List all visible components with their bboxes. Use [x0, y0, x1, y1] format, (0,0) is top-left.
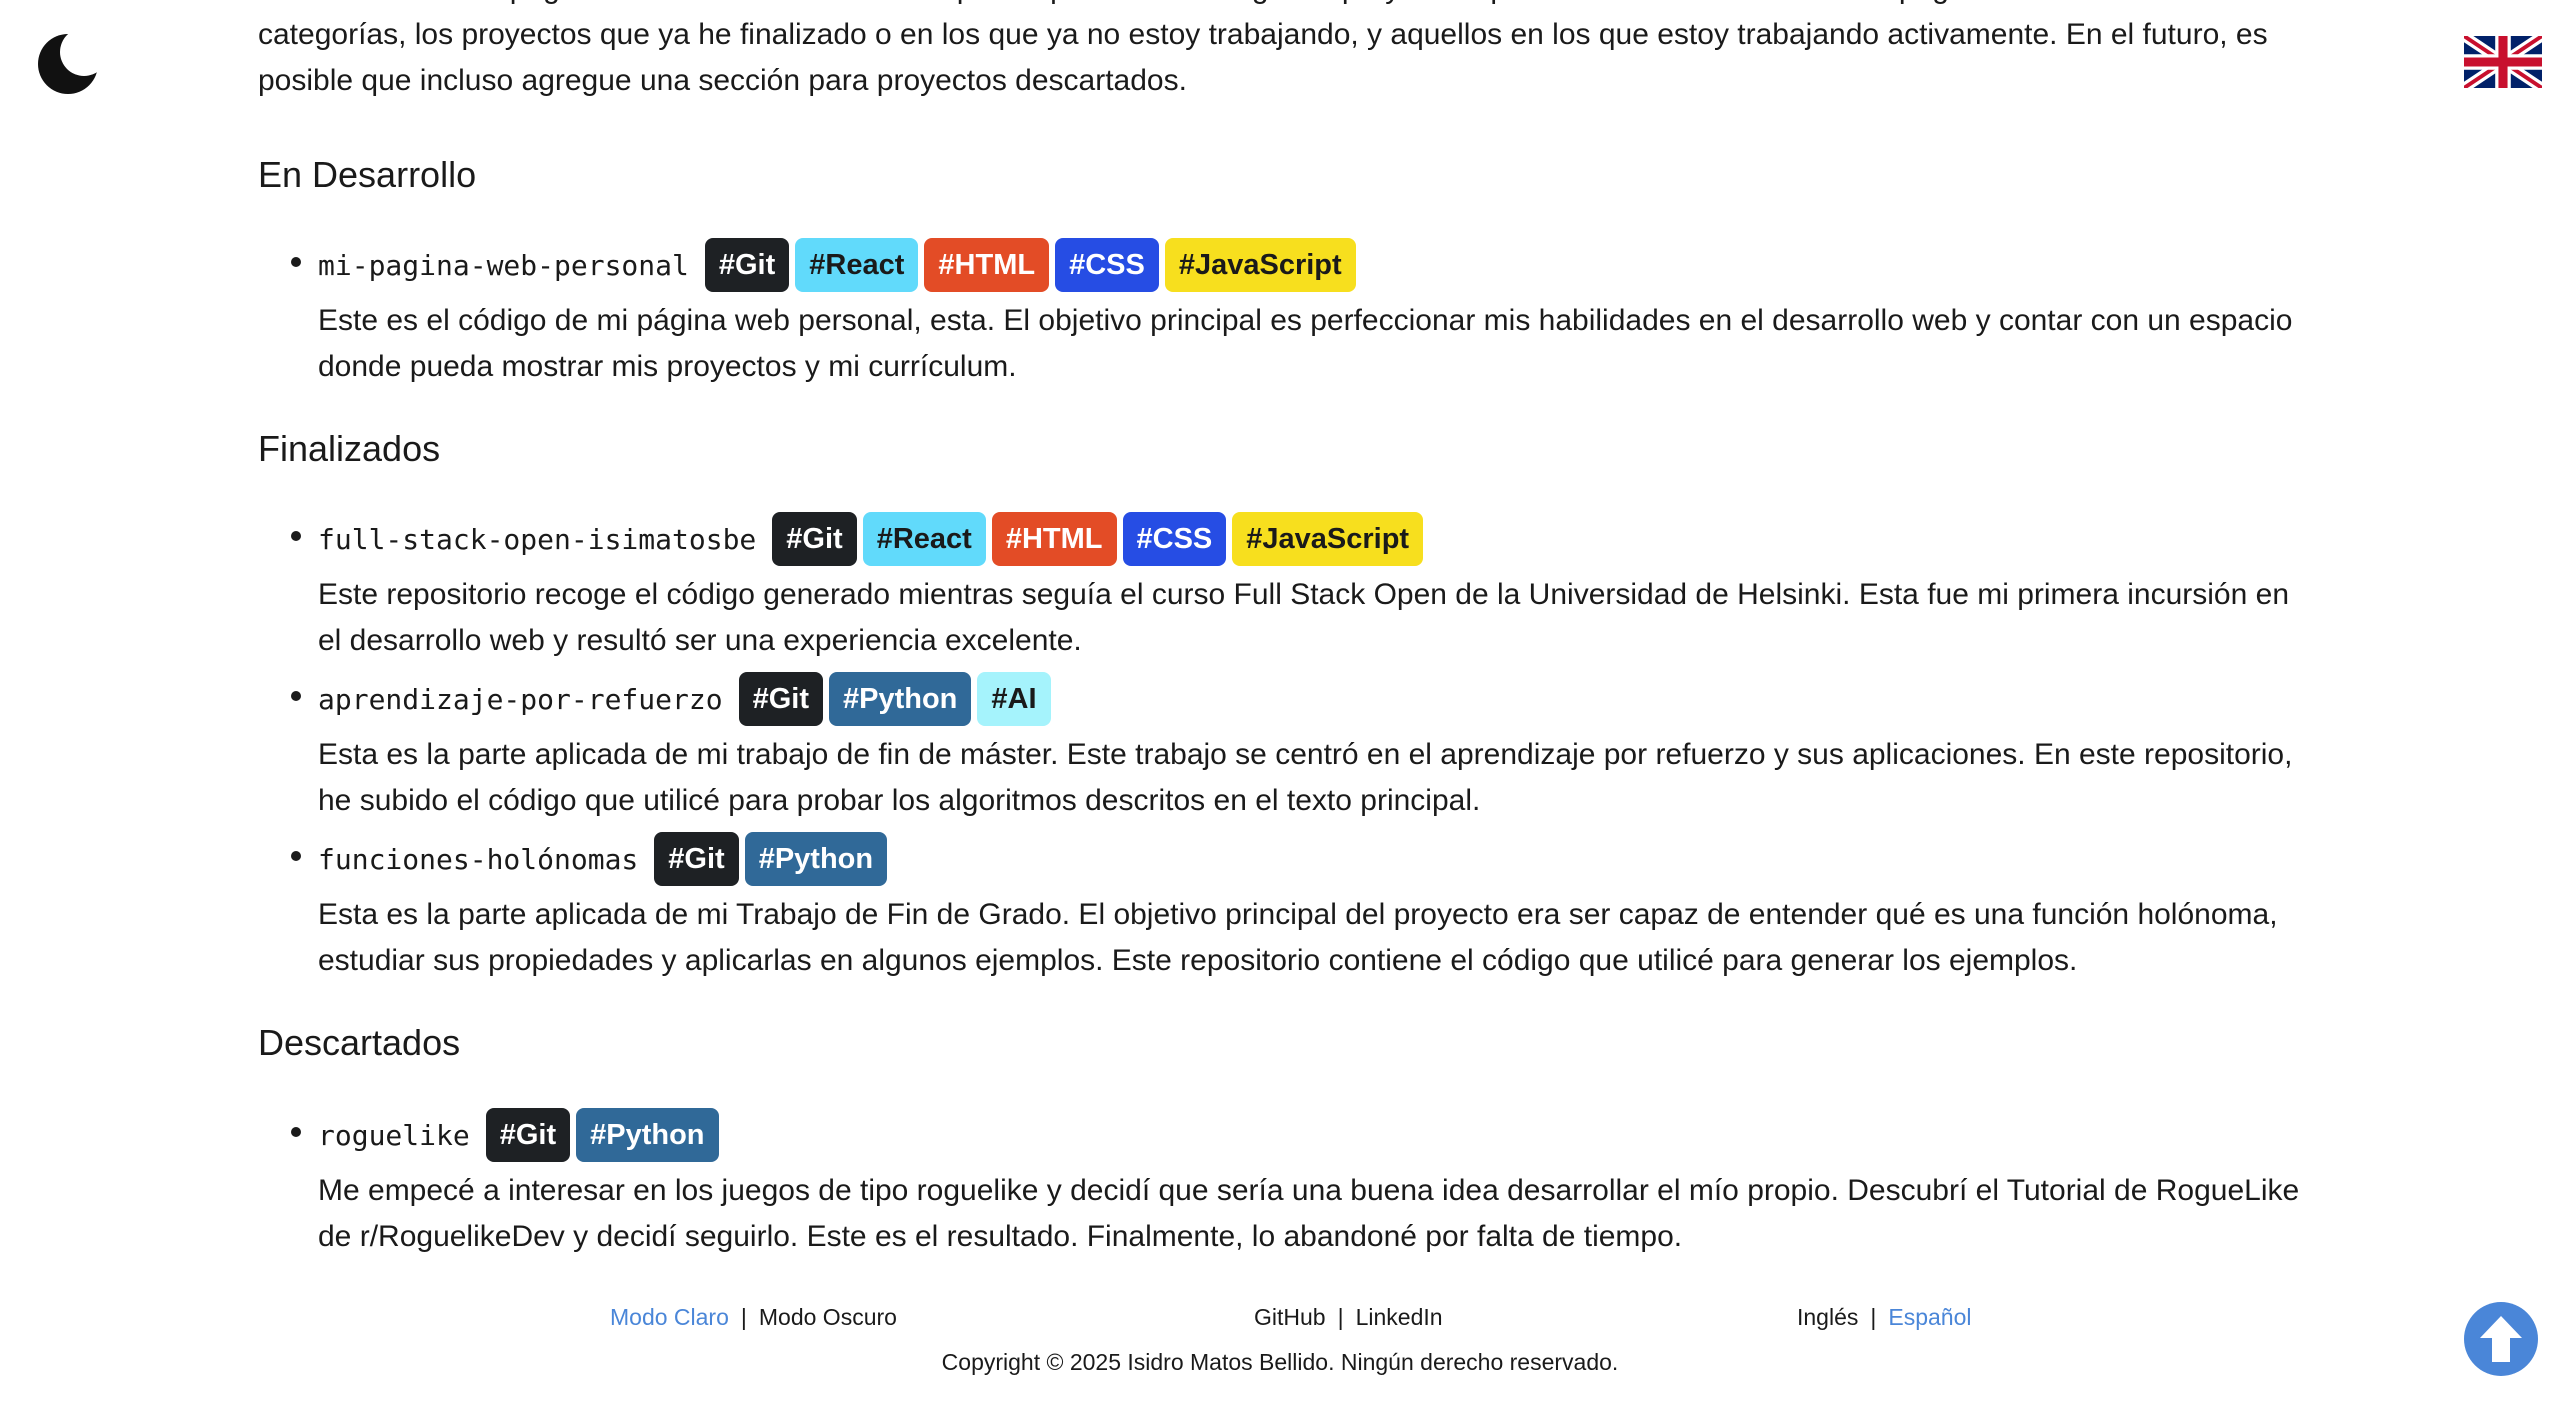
tag-ai: #AI	[977, 672, 1051, 726]
project-name-link[interactable]: mi-pagina-web-personal	[318, 249, 689, 282]
project-description: Me empecé a interesar en los juegos de t…	[318, 1174, 2300, 1253]
english-link[interactable]: Inglés	[1797, 1304, 1858, 1330]
tag-git: #Git	[704, 238, 790, 292]
projects-content: Esta sección de la página web servirá co…	[258, 0, 2318, 1253]
project-name-link[interactable]: aprendizaje-por-refuerzo	[318, 683, 723, 716]
project-description: Esta es la parte aplicada de mi trabajo …	[318, 738, 2293, 817]
moon-icon[interactable]	[34, 28, 108, 100]
tag-javascript: #JavaScript	[1164, 238, 1356, 292]
github-link[interactable]: GitHub	[1254, 1304, 1326, 1330]
social-links: GitHub | LinkedIn	[1254, 1304, 1443, 1331]
section-title-finalizados: Finalizados	[258, 428, 441, 469]
bullet	[291, 531, 301, 541]
light-mode-link[interactable]: Modo Claro	[610, 1304, 729, 1330]
project-description: Este es el código de mi página web perso…	[318, 304, 2293, 383]
linkedin-link[interactable]: LinkedIn	[1356, 1304, 1443, 1330]
project-description: Esta es la parte aplicada de mi Trabajo …	[318, 898, 2278, 977]
project-header: roguelike #Git #Python	[318, 1108, 725, 1162]
project-description: Este repositorio recoge el código genera…	[318, 578, 2290, 657]
tag-javascript: #JavaScript	[1232, 512, 1424, 566]
separator: |	[1337, 1304, 1344, 1330]
tag-git: #Git	[485, 1108, 571, 1162]
project-header: funciones-holónomas #Git #Python	[318, 832, 893, 886]
arrow-up-circle-icon[interactable]	[2462, 1300, 2540, 1378]
tag-html: #HTML	[924, 238, 1050, 292]
project-name-link[interactable]: funciones-holónomas	[318, 843, 638, 876]
intro-text: Esta sección de la página web servirá co…	[258, 0, 2289, 97]
separator: |	[1870, 1304, 1877, 1330]
bullet	[291, 691, 301, 701]
tag-css: #CSS	[1122, 512, 1227, 566]
project-header: full-stack-open-isimatosbe #Git #React #…	[318, 512, 1429, 566]
dark-mode-link[interactable]: Modo Oscuro	[759, 1304, 897, 1330]
separator: |	[740, 1304, 747, 1330]
copyright: Copyright © 2025 Isidro Matos Bellido. N…	[941, 1349, 1619, 1375]
project-name-link[interactable]: full-stack-open-isimatosbe	[318, 523, 756, 556]
section-title-en-desarrollo: En Desarrollo	[258, 154, 477, 195]
tag-python: #Python	[576, 1108, 719, 1162]
tag-git: #Git	[654, 832, 739, 886]
project-header: aprendizaje-por-refuerzo #Git #Python #A…	[318, 672, 1057, 726]
project-name-link[interactable]: roguelike	[318, 1119, 470, 1152]
tag-git: #Git	[738, 672, 823, 726]
tag-css: #CSS	[1055, 238, 1159, 292]
bullet	[291, 851, 301, 861]
tag-react: #React	[795, 238, 919, 292]
bullet	[291, 1127, 301, 1137]
language-links: Inglés | Español	[1797, 1304, 1971, 1331]
project-header: mi-pagina-web-personal #Git #React #HTML…	[318, 238, 1362, 292]
tag-git: #Git	[772, 512, 857, 566]
spanish-link[interactable]: Español	[1888, 1304, 1971, 1330]
bullet	[291, 257, 301, 267]
tag-html: #HTML	[991, 512, 1117, 566]
tag-react: #React	[862, 512, 986, 566]
tag-python: #Python	[744, 832, 888, 886]
uk-flag-icon[interactable]	[2461, 31, 2545, 93]
theme-links: Modo Claro | Modo Oscuro	[610, 1304, 897, 1331]
section-title-descartados: Descartados	[258, 1022, 461, 1063]
tag-python: #Python	[828, 672, 972, 726]
